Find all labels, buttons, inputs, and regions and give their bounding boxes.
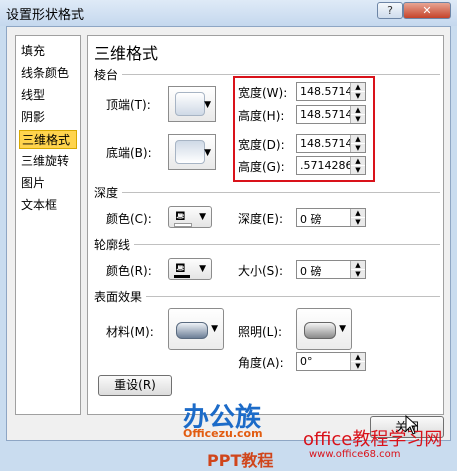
bevel-preset-icon: [175, 140, 205, 164]
format-panel: 三维格式 棱台 顶端(T): ▼ 底端(B): ▼ 宽度(W): 148.571…: [87, 35, 444, 415]
title-bar: 设置形状格式 ? ✕: [0, 0, 457, 26]
top-bevel-dropdown[interactable]: ▼: [168, 86, 216, 122]
depth-value: 0 磅: [300, 213, 322, 226]
lighting-preview-icon: [304, 322, 336, 339]
nav-item-3d-rotation[interactable]: 三维旋转: [19, 152, 77, 171]
angle-label: 角度(A):: [238, 356, 284, 370]
color-swatch: [174, 223, 192, 227]
depth-color-button[interactable]: ⛾ ▼: [168, 206, 212, 228]
depth-color-label: 颜色(C):: [106, 212, 152, 226]
highlight-box: [233, 76, 375, 182]
chevron-down-icon: ▼: [211, 324, 218, 334]
watermark-ppt: PPT教程: [207, 451, 274, 470]
nav-item-fill[interactable]: 填充: [19, 42, 77, 61]
window-title: 设置形状格式: [6, 8, 85, 23]
watermark-site-name: office教程学习网: [303, 429, 443, 450]
spin-up-icon[interactable]: ▲: [351, 353, 365, 361]
nav-item-picture[interactable]: 图片: [19, 174, 77, 193]
bottom-bevel-dropdown[interactable]: ▼: [168, 134, 216, 170]
nav-item-text-box[interactable]: 文本框: [19, 196, 77, 215]
panel-heading: 三维格式: [94, 44, 159, 63]
top-bevel-label: 顶端(T):: [106, 98, 151, 112]
depth-spinner[interactable]: 0 磅 ▲ ▼: [296, 208, 366, 227]
contour-color-button[interactable]: ⛾ ▼: [168, 258, 212, 280]
spin-up-icon[interactable]: ▲: [351, 209, 365, 217]
angle-value: 0°: [300, 355, 313, 368]
nav-item-shadow[interactable]: 阴影: [19, 108, 77, 127]
dialog-body: 填充 线条颜色 线型 阴影 三维格式 三维旋转 图片 文本框 三维格式 棱台 顶…: [6, 26, 451, 470]
chevron-down-icon: ▼: [339, 324, 346, 334]
contour-section-label: 轮廓线: [94, 238, 131, 252]
category-list: 填充 线条颜色 线型 阴影 三维格式 三维旋转 图片 文本框: [15, 35, 81, 415]
spin-down-icon[interactable]: ▼: [351, 218, 365, 226]
chevron-down-icon: ▼: [204, 148, 211, 158]
material-preview-icon: [176, 322, 208, 339]
chevron-down-icon: ▼: [204, 100, 211, 110]
bevel-section-label: 棱台: [94, 68, 119, 82]
watermark-site-url: www.office68.com: [309, 449, 401, 460]
surface-section-label: 表面效果: [94, 290, 143, 304]
reset-button[interactable]: 重设(R): [98, 375, 172, 396]
depth-divider: [122, 192, 440, 193]
bevel-divider: [122, 74, 440, 75]
contour-divider: [134, 244, 440, 245]
color-swatch: [174, 275, 190, 278]
close-window-button[interactable]: ✕: [403, 2, 451, 19]
spin-down-icon[interactable]: ▼: [351, 362, 365, 370]
nav-item-3d-format[interactable]: 三维格式: [19, 130, 77, 149]
angle-spinner[interactable]: 0° ▲ ▼: [296, 352, 366, 371]
contour-size-value: 0 磅: [300, 265, 322, 278]
spin-down-icon[interactable]: ▼: [351, 270, 365, 278]
surface-divider: [146, 296, 440, 297]
contour-size-spinner[interactable]: 0 磅 ▲ ▼: [296, 260, 366, 279]
contour-size-label: 大小(S):: [238, 264, 284, 278]
help-button[interactable]: ?: [377, 2, 403, 19]
mouse-cursor-icon: [405, 415, 419, 435]
material-dropdown[interactable]: ▼: [168, 308, 224, 350]
spin-up-icon[interactable]: ▲: [351, 261, 365, 269]
watermark-domain: Officezu.com: [183, 427, 263, 440]
lighting-dropdown[interactable]: ▼: [296, 308, 352, 350]
chevron-down-icon: ▼: [199, 212, 206, 222]
lighting-label: 照明(L):: [238, 325, 283, 339]
nav-item-line-color[interactable]: 线条颜色: [19, 64, 77, 83]
bottom-bevel-label: 底端(B):: [106, 146, 152, 160]
chevron-down-icon: ▼: [199, 264, 206, 274]
bevel-preset-icon: [175, 92, 205, 116]
contour-color-label: 颜色(R):: [106, 264, 152, 278]
depth-section-label: 深度: [94, 186, 119, 200]
material-label: 材料(M):: [106, 325, 154, 339]
nav-item-line-style[interactable]: 线型: [19, 86, 77, 105]
depth-label: 深度(E):: [238, 212, 283, 226]
